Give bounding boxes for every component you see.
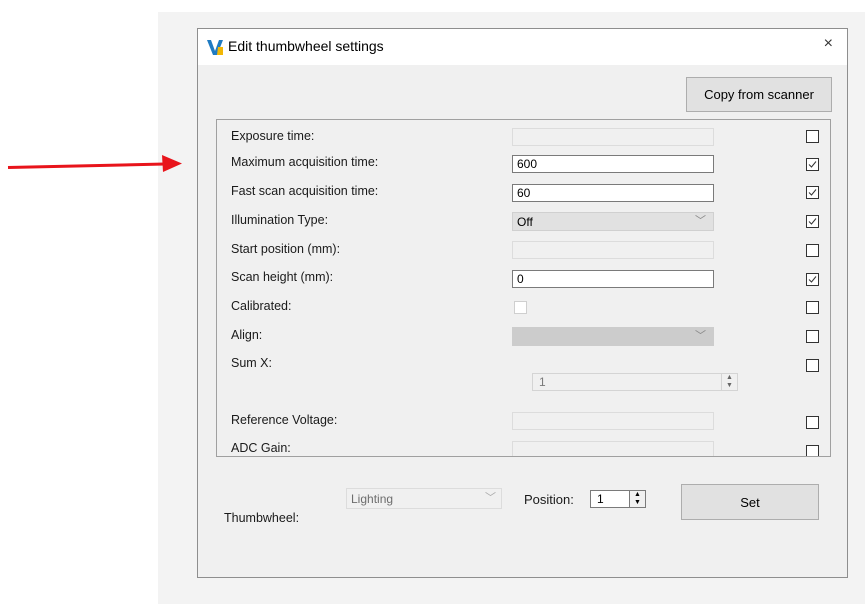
exposure-time-label: Exposure time: — [231, 129, 315, 143]
position-label: Position: — [524, 492, 574, 507]
title-bar: Edit thumbwheel settings × — [198, 29, 847, 65]
adc-gain-checkbox[interactable] — [806, 445, 819, 456]
checkmark-icon — [808, 189, 817, 196]
exposure-time-checkbox[interactable] — [806, 130, 819, 143]
fast-scan-acquisition-time-checkbox[interactable] — [806, 186, 819, 199]
set-button[interactable]: Set — [681, 484, 819, 520]
reference-voltage-label: Reference Voltage: — [231, 413, 338, 427]
scan-height-field[interactable]: 0 — [512, 270, 714, 288]
max-acquisition-time-checkbox[interactable] — [806, 158, 819, 171]
spinner-arrows-icon[interactable]: ▲ ▼ — [721, 374, 737, 390]
copy-from-scanner-button[interactable]: Copy from scanner — [686, 77, 832, 112]
settings-panel: Exposure time: Maximum acquisition time:… — [216, 119, 831, 457]
dialog-title: Edit thumbwheel settings — [228, 38, 384, 54]
checkmark-icon — [808, 161, 817, 168]
red-arrow — [7, 155, 182, 172]
scan-height-checkbox[interactable] — [806, 273, 819, 286]
thumbwheel-label: Thumbwheel: — [224, 511, 300, 525]
thumbwheel-dropdown[interactable]: Lighting ﹀ — [346, 488, 502, 509]
reference-voltage-checkbox[interactable] — [806, 416, 819, 429]
max-acquisition-time-label: Maximum acquisition time: — [231, 155, 379, 169]
position-spinner[interactable]: 1 ▲ ▼ — [590, 490, 646, 508]
illumination-type-checkbox[interactable] — [806, 215, 819, 228]
start-position-label: Start position (mm): — [231, 242, 341, 256]
align-checkbox[interactable] — [806, 330, 819, 343]
align-dropdown[interactable]: ﹀ — [512, 327, 714, 346]
checkmark-icon — [808, 218, 817, 225]
fast-scan-acquisition-time-label: Fast scan acquisition time: — [231, 184, 379, 198]
adc-gain-field[interactable] — [512, 441, 714, 456]
calibrated-label: Calibrated: — [231, 299, 292, 313]
illumination-type-label: Illumination Type: — [231, 213, 329, 227]
start-position-checkbox[interactable] — [806, 244, 819, 257]
adc-gain-label: ADC Gain: — [231, 441, 291, 455]
max-acquisition-time-field[interactable]: 600 — [512, 155, 714, 173]
illumination-type-value: Off — [517, 215, 533, 229]
fast-scan-acquisition-time-field[interactable]: 60 — [512, 184, 714, 202]
spinner-arrows-icon[interactable]: ▲ ▼ — [629, 491, 645, 507]
start-position-field[interactable] — [512, 241, 714, 259]
app-logo-icon — [207, 40, 223, 55]
calibrated-value-checkbox[interactable] — [514, 301, 527, 314]
sum-x-value: 1 — [539, 375, 546, 389]
checkmark-icon — [808, 276, 817, 283]
align-label: Align: — [231, 328, 263, 342]
chevron-down-icon: ﹀ — [695, 330, 706, 342]
sum-x-checkbox[interactable] — [806, 359, 819, 372]
edit-thumbwheel-dialog: Edit thumbwheel settings × Copy from sca… — [197, 28, 848, 578]
illumination-type-dropdown[interactable]: Off ﹀ — [512, 212, 714, 231]
sum-x-label: Sum X: — [231, 356, 272, 370]
calibrated-checkbox[interactable] — [806, 301, 819, 314]
position-value: 1 — [597, 492, 604, 506]
close-icon[interactable]: × — [824, 35, 833, 53]
reference-voltage-field[interactable] — [512, 412, 714, 430]
scan-height-label: Scan height (mm): — [231, 270, 334, 284]
exposure-time-field[interactable] — [512, 128, 714, 146]
chevron-down-icon: ﹀ — [695, 215, 706, 227]
thumbwheel-value: Lighting — [351, 492, 394, 506]
chevron-down-icon: ﹀ — [485, 492, 496, 504]
sum-x-spinner[interactable]: 1 ▲ ▼ — [532, 373, 738, 391]
